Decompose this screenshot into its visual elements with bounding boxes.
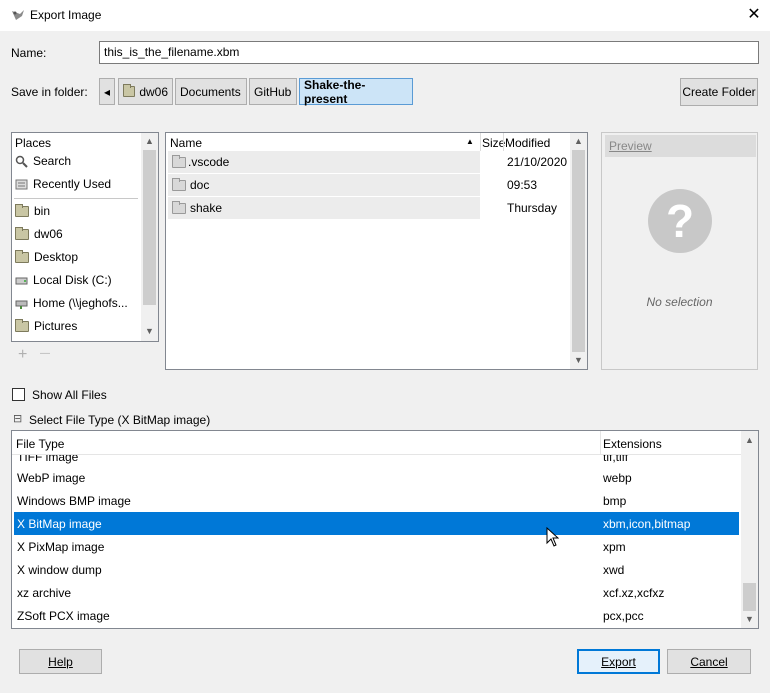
crumb-documents[interactable]: Documents	[175, 78, 247, 105]
network-drive-icon	[15, 300, 28, 309]
folder-icon	[123, 84, 136, 97]
column-header-extensions[interactable]: Extensions	[603, 437, 662, 451]
column-header-file-type[interactable]: File Type	[16, 437, 64, 451]
window-title: Export Image	[30, 8, 102, 22]
file-modified: 09:53	[507, 178, 538, 192]
add-bookmark-button[interactable]: +	[18, 346, 27, 364]
filename-input[interactable]: this_is_the_filename.xbm	[99, 41, 759, 64]
folder-icon	[172, 154, 186, 168]
preview-empty-text: No selection	[646, 295, 713, 309]
file-type-scroll-thumb[interactable]	[743, 583, 756, 611]
places-item-search[interactable]: Search	[15, 151, 71, 171]
places-panel: Places Search Recently Used bin dw06 Des…	[11, 132, 159, 342]
column-divider	[480, 133, 481, 151]
file-type-expander-label[interactable]: Select File Type (X BitMap image)	[29, 413, 210, 427]
file-type-row-selected[interactable]: X BitMap image xbm,icon,bitmap	[14, 512, 739, 535]
scroll-down-icon[interactable]: ▼	[574, 355, 583, 365]
column-divider	[503, 133, 504, 151]
file-type-row[interactable]: xz archive xcf.xz,xcfxz	[14, 581, 739, 604]
file-type-header: File Type Extensions	[12, 431, 741, 455]
path-back-button[interactable]: ◂	[99, 78, 115, 105]
column-divider	[600, 431, 601, 455]
file-type-row[interactable]: X PixMap image xpm	[14, 535, 739, 558]
collapse-icon[interactable]: ⊟	[13, 412, 22, 425]
places-scroll-thumb[interactable]	[143, 150, 156, 305]
scroll-up-icon[interactable]: ▲	[745, 435, 754, 445]
create-folder-button[interactable]: Create Folder	[680, 78, 758, 106]
file-modified: 21/10/2020	[507, 155, 568, 169]
file-list-scroll-thumb[interactable]	[572, 150, 585, 352]
recent-icon	[15, 179, 28, 189]
folder-icon	[15, 226, 29, 240]
places-item-home[interactable]: Home (\\jeghofs...	[15, 293, 128, 313]
show-all-files-label: Show All Files	[32, 388, 107, 402]
places-divider	[14, 198, 138, 199]
places-item-bin[interactable]: bin	[15, 201, 50, 221]
file-row-doc[interactable]: doc	[168, 174, 480, 196]
file-row-shake[interactable]: shake	[168, 197, 480, 219]
file-type-row[interactable]: X window dump xwd	[14, 558, 739, 581]
show-all-files-checkbox[interactable]	[12, 388, 25, 401]
column-header-name[interactable]: Name	[170, 136, 202, 150]
crumb-dw06[interactable]: dw06	[118, 78, 173, 105]
file-list-scrollbar[interactable]: ▲ ▼	[570, 133, 587, 369]
preview-header: Preview	[605, 135, 756, 157]
file-type-list: File Type Extensions TIFF image tif,tiff …	[11, 430, 759, 629]
places-item-dw06[interactable]: dw06	[15, 224, 63, 244]
folder-icon	[15, 203, 29, 217]
name-label: Name:	[11, 46, 47, 60]
help-button[interactable]: Help	[19, 649, 102, 674]
places-header: Places	[15, 136, 52, 150]
places-item-desktop[interactable]: Desktop	[15, 247, 78, 267]
cancel-button[interactable]: Cancel	[667, 649, 751, 674]
file-type-row[interactable]: WebP image webp	[14, 466, 739, 489]
crumb-shake-the-present[interactable]: Shake-the-present	[299, 78, 413, 106]
column-header-size[interactable]: Size	[482, 136, 505, 150]
file-modified: Thursday	[507, 201, 558, 215]
folder-icon	[172, 177, 186, 191]
save-in-folder-label: Save in folder:	[11, 85, 88, 99]
places-scrollbar[interactable]: ▲ ▼	[141, 133, 158, 341]
places-item-recently-used[interactable]: Recently Used	[15, 174, 111, 194]
crumb-github[interactable]: GitHub	[249, 78, 297, 105]
remove-bookmark-button[interactable]: —	[40, 348, 50, 359]
drive-icon	[15, 277, 28, 284]
column-header-modified[interactable]: Modified	[505, 136, 550, 150]
file-type-scrollbar[interactable]: ▲ ▼	[741, 431, 758, 628]
scroll-up-icon[interactable]: ▲	[574, 136, 583, 146]
chevron-left-icon: ◂	[103, 84, 111, 99]
places-item-pictures[interactable]: Pictures	[15, 316, 77, 336]
search-icon	[15, 155, 28, 168]
mouse-cursor-icon	[546, 527, 559, 547]
folder-icon	[15, 318, 29, 332]
scroll-down-icon[interactable]: ▼	[145, 326, 154, 336]
export-button[interactable]: Export	[577, 649, 660, 674]
folder-icon	[172, 200, 186, 214]
no-preview-icon: ?	[648, 189, 712, 253]
scroll-down-icon[interactable]: ▼	[745, 614, 754, 624]
close-icon[interactable]: ✕	[744, 4, 764, 26]
file-list: Name ▲ Size Modified .vscode 21/10/2020 …	[165, 132, 588, 370]
file-type-row[interactable]: ZSoft PCX image pcx,pcc	[14, 604, 739, 627]
places-item-local-disk[interactable]: Local Disk (C:)	[15, 270, 112, 290]
gimp-app-icon	[12, 10, 24, 20]
scroll-up-icon[interactable]: ▲	[145, 136, 154, 146]
file-row-vscode[interactable]: .vscode	[168, 151, 480, 173]
folder-icon	[15, 249, 29, 263]
sort-ascending-icon: ▲	[466, 137, 474, 146]
preview-panel: Preview ? No selection	[601, 132, 758, 370]
title-bar	[0, 0, 770, 31]
file-type-row[interactable]: Windows BMP image bmp	[14, 489, 739, 512]
